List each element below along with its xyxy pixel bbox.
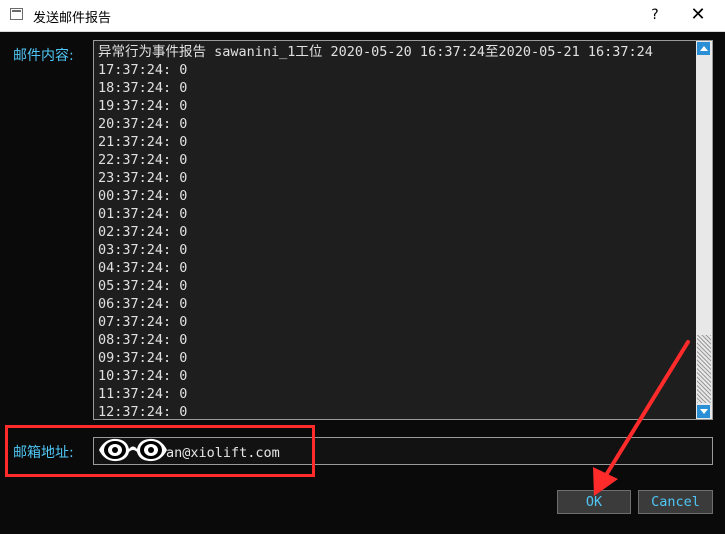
- annotation-arrow-icon: [593, 340, 690, 496]
